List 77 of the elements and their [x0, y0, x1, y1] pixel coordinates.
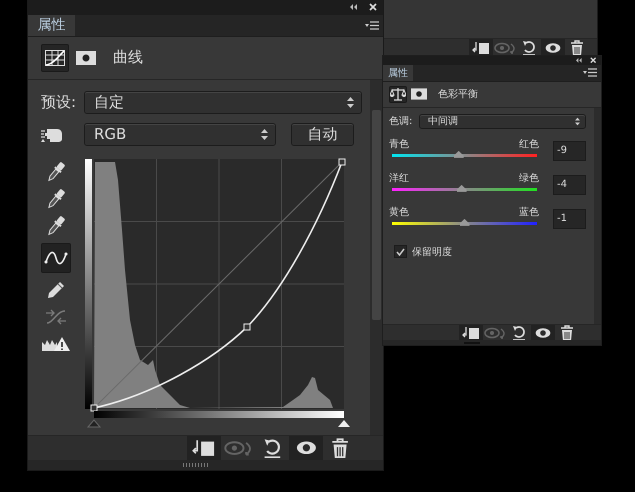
eye-icon: [296, 440, 316, 456]
smooth-icon: [45, 308, 67, 326]
tone-label: 色调:: [389, 115, 414, 128]
eye-icon: [545, 42, 561, 54]
checkbox[interactable]: [394, 245, 407, 258]
close-icon[interactable]: [369, 3, 377, 12]
eye-arrow-icon: [494, 40, 516, 54]
slider-label: 蓝色: [519, 206, 539, 219]
eyedropper-icon: [47, 160, 65, 183]
check-icon: [396, 248, 405, 256]
auto-button[interactable]: 自动: [291, 122, 354, 146]
channel-dropdown[interactable]: RGB: [84, 122, 276, 146]
checkbox-label: 保留明度: [412, 246, 452, 259]
eye-button[interactable]: [541, 39, 565, 56]
clip-to-layer-icon: [472, 40, 490, 54]
tone-dropdown[interactable]: 中间调: [419, 114, 586, 129]
pencil-icon: [47, 280, 65, 299]
color-slider-track[interactable]: [392, 222, 537, 225]
clipping-warning-icon: [42, 336, 70, 352]
clip-button[interactable]: [469, 39, 493, 56]
value-field[interactable]: -4: [553, 174, 586, 195]
reset-icon: [521, 40, 537, 56]
slider-thumb[interactable]: [460, 218, 470, 226]
panel-menu-icon[interactable]: [365, 20, 379, 30]
panel-title: 色彩平衡: [438, 88, 478, 102]
control-point[interactable]: [90, 404, 98, 412]
wave-icon: [44, 250, 68, 265]
clip-to-layer-icon: [192, 438, 216, 458]
up-down-arrows-icon: [575, 117, 580, 126]
scrollbar[interactable]: [370, 80, 383, 436]
collapse-icon[interactable]: [350, 4, 357, 10]
input-slider-handle[interactable]: [86, 419, 102, 428]
value-field[interactable]: -1: [553, 208, 586, 229]
input-range-slider[interactable]: [86, 410, 350, 428]
grip-icon[interactable]: [182, 463, 208, 468]
scrollbar[interactable]: [594, 108, 601, 324]
eyedropper-icon: [47, 214, 65, 237]
up-down-arrows-icon: [347, 96, 354, 108]
slider-label: 绿色: [519, 172, 539, 185]
preset-dropdown[interactable]: 自定: [84, 90, 362, 114]
mask-icon: [411, 87, 427, 102]
slider-label: 洋红: [389, 172, 409, 185]
clip-to-layer-icon: [462, 326, 480, 340]
color-slider-track[interactable]: [392, 154, 537, 157]
value-field[interactable]: -9: [553, 140, 586, 161]
eye-arrow-icon: [224, 438, 252, 458]
balance-mode-button[interactable]: [389, 86, 407, 103]
panel-tab[interactable]: 属性: [383, 64, 413, 81]
color-slider-track[interactable]: [392, 188, 537, 191]
clip-button[interactable]: [187, 436, 221, 460]
panel-tab[interactable]: 属性: [28, 14, 75, 36]
panel-menu-icon[interactable]: [583, 68, 597, 78]
curve-tool-button[interactable]: [41, 242, 71, 273]
curves-icon: [45, 50, 65, 66]
eye-button[interactable]: [531, 325, 555, 340]
scale-icon: [390, 87, 406, 102]
mask-icon: [76, 50, 96, 65]
eye-button[interactable]: [289, 436, 323, 460]
control-point[interactable]: [338, 158, 346, 166]
reset-icon: [511, 324, 527, 341]
slider-thumb[interactable]: [456, 184, 467, 192]
curves-mode-button[interactable]: [41, 44, 69, 72]
slider-label: 红色: [519, 138, 539, 151]
up-down-arrows-icon: [261, 128, 268, 140]
preset-label: 预设:: [41, 92, 78, 112]
eyedropper-icon: [47, 188, 65, 210]
panel-title: 曲线: [113, 48, 143, 68]
slider-label: 黄色: [389, 206, 409, 219]
input-slider-handle[interactable]: [338, 420, 350, 427]
clip-button[interactable]: [459, 325, 483, 340]
slider-label: 青色: [389, 138, 409, 151]
eye-icon: [535, 326, 551, 339]
control-point[interactable]: [244, 323, 250, 330]
reset-icon: [262, 438, 282, 458]
eye-arrow-icon: [484, 326, 506, 340]
close-icon[interactable]: [590, 57, 596, 64]
slider-thumb[interactable]: [454, 150, 464, 158]
